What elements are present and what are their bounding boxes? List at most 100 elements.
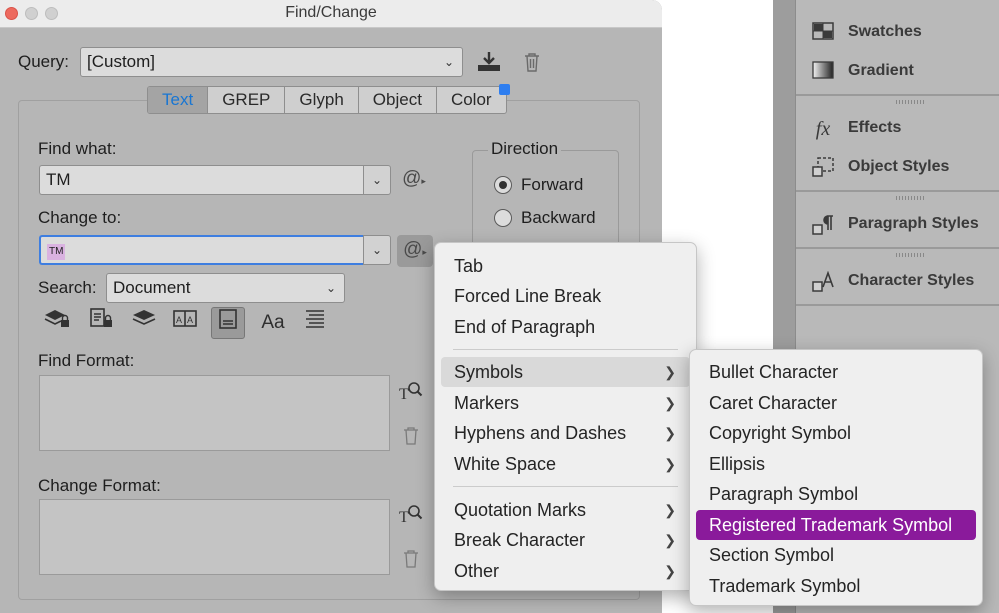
- change-to-label: Change to:: [38, 208, 122, 227]
- menu-item-symbols[interactable]: Symbols ❯: [441, 357, 690, 387]
- menu-item-break-character[interactable]: Break Character ❯: [441, 525, 690, 555]
- direction-group: [472, 150, 619, 250]
- query-value: [Custom]: [87, 52, 156, 71]
- hidden-layers-icon[interactable]: [127, 307, 161, 339]
- menu-item-other[interactable]: Other ❯: [441, 556, 690, 586]
- symbols-submenu: Bullet Character Caret Character Copyrig…: [689, 349, 983, 606]
- gradient-icon: [811, 61, 835, 83]
- svg-text:T: T: [399, 509, 409, 526]
- menu-item-tab[interactable]: Tab: [441, 251, 690, 281]
- menu-item-ellipsis[interactable]: Ellipsis: [696, 449, 976, 479]
- grip-handle[interactable]: [896, 100, 924, 104]
- grip-handle[interactable]: [896, 196, 924, 200]
- search-scope-select[interactable]: Document ⌄: [106, 273, 345, 303]
- direction-backward-radio[interactable]: [494, 209, 512, 227]
- panel-swatches[interactable]: Swatches: [796, 18, 999, 48]
- menu-item-other-label: Other: [454, 561, 500, 581]
- notification-dot: [499, 84, 510, 95]
- menu-item-hyphens-and-dashes[interactable]: Hyphens and Dashes ❯: [441, 418, 690, 448]
- chevron-down-icon: ⌄: [325, 281, 336, 295]
- specify-find-format-icon[interactable]: T: [398, 379, 424, 403]
- tab-glyph[interactable]: Glyph: [285, 87, 359, 113]
- special-characters-find-icon[interactable]: @▸: [400, 168, 428, 194]
- tab-color[interactable]: Color: [437, 87, 506, 113]
- search-type-tabs: Text GREP Glyph Object Color: [147, 86, 507, 114]
- special-characters-change-icon[interactable]: @▸: [397, 235, 433, 267]
- whole-word-icon[interactable]: [298, 307, 332, 339]
- menu-separator: [453, 349, 678, 350]
- chevron-down-icon: ⌄: [371, 173, 383, 187]
- panel-paragraph-styles-label: Paragraph Styles: [848, 215, 979, 232]
- find-format-box[interactable]: [39, 375, 390, 451]
- panel-divider: [796, 247, 999, 249]
- clear-change-format-icon[interactable]: [402, 549, 420, 569]
- case-sensitive-icon[interactable]: Aa: [256, 307, 290, 339]
- change-to-history-button[interactable]: ⌄: [363, 235, 391, 265]
- query-select[interactable]: [Custom] ⌄: [80, 47, 463, 77]
- panel-gradient-label: Gradient: [848, 62, 914, 79]
- menu-item-caret-character[interactable]: Caret Character: [696, 388, 976, 418]
- menu-item-hyphens-label: Hyphens and Dashes: [454, 423, 627, 443]
- search-label: Search:: [38, 278, 97, 297]
- change-format-label: Change Format:: [38, 476, 161, 495]
- menu-item-paragraph-symbol[interactable]: Paragraph Symbol: [696, 479, 976, 509]
- panel-character-styles[interactable]: Character Styles: [796, 267, 999, 297]
- tab-object[interactable]: Object: [359, 87, 437, 113]
- search-scope-value: Document: [113, 278, 191, 297]
- menu-item-forced-line-break[interactable]: Forced Line Break: [441, 281, 690, 311]
- swatches-icon: [811, 22, 835, 44]
- object-styles-icon: [811, 157, 835, 179]
- chevron-right-icon: ❯: [664, 456, 676, 472]
- menu-item-copyright-symbol[interactable]: Copyright Symbol: [696, 418, 976, 448]
- direction-label: Direction: [488, 139, 562, 159]
- menu-item-symbols-label: Symbols: [454, 362, 524, 382]
- menu-item-white-space[interactable]: White Space ❯: [441, 449, 690, 479]
- clear-find-format-icon[interactable]: [402, 426, 420, 446]
- change-to-input[interactable]: TM: [39, 235, 364, 265]
- menu-item-break-character-label: Break Character: [454, 530, 586, 550]
- change-format-box[interactable]: [39, 499, 390, 575]
- panel-object-styles[interactable]: Object Styles: [796, 153, 999, 183]
- panel-gradient[interactable]: Gradient: [796, 57, 999, 87]
- character-styles-icon: [811, 270, 835, 293]
- find-what-history-button[interactable]: ⌄: [363, 165, 391, 195]
- effects-icon: fx: [815, 118, 831, 140]
- chevron-right-icon: ❯: [664, 532, 676, 548]
- svg-text:A: A: [176, 315, 182, 325]
- lock-layers-icon[interactable]: [40, 307, 74, 339]
- direction-backward-label: Backward: [521, 208, 596, 227]
- direction-forward-label: Forward: [521, 175, 584, 194]
- panel-paragraph-styles[interactable]: Paragraph Styles: [796, 210, 999, 240]
- panel-effects-label: Effects: [848, 119, 902, 136]
- footnotes-icon[interactable]: [211, 307, 245, 339]
- menu-item-end-of-paragraph[interactable]: End of Paragraph: [441, 312, 690, 342]
- save-query-icon[interactable]: [476, 50, 502, 74]
- chevron-right-icon: ❯: [664, 364, 676, 380]
- chevron-right-icon: ❯: [664, 425, 676, 441]
- panel-character-styles-label: Character Styles: [848, 272, 975, 289]
- master-pages-icon[interactable]: AA: [168, 307, 202, 339]
- svg-text:T: T: [399, 386, 409, 403]
- menu-item-white-space-label: White Space: [454, 454, 557, 474]
- menu-item-markers[interactable]: Markers ❯: [441, 388, 690, 418]
- menu-item-bullet-character[interactable]: Bullet Character: [696, 357, 976, 387]
- menu-item-section-symbol[interactable]: Section Symbol: [696, 540, 976, 570]
- tab-text[interactable]: Text: [148, 87, 209, 113]
- panel-effects[interactable]: fx Effects: [796, 114, 999, 144]
- direction-forward-radio[interactable]: [494, 176, 512, 194]
- specify-change-format-icon[interactable]: T: [398, 502, 424, 526]
- menu-item-registered-trademark-symbol[interactable]: Registered Trademark Symbol: [696, 510, 976, 540]
- delete-query-icon[interactable]: [522, 51, 542, 73]
- special-characters-menu: Tab Forced Line Break End of Paragraph S…: [434, 242, 697, 591]
- menu-item-quotation-marks[interactable]: Quotation Marks ❯: [441, 495, 690, 525]
- locked-stories-icon[interactable]: [84, 307, 118, 339]
- panel-object-styles-label: Object Styles: [848, 158, 950, 175]
- find-what-input[interactable]: TM: [39, 165, 364, 195]
- panel-divider: [796, 190, 999, 192]
- menu-item-trademark-symbol[interactable]: Trademark Symbol: [696, 571, 976, 601]
- chevron-down-icon: ⌄: [443, 55, 454, 69]
- tab-grep[interactable]: GREP: [208, 87, 286, 113]
- title-bar[interactable]: Find/Change: [0, 0, 662, 28]
- menu-item-markers-label: Markers: [454, 393, 520, 413]
- grip-handle[interactable]: [896, 253, 924, 257]
